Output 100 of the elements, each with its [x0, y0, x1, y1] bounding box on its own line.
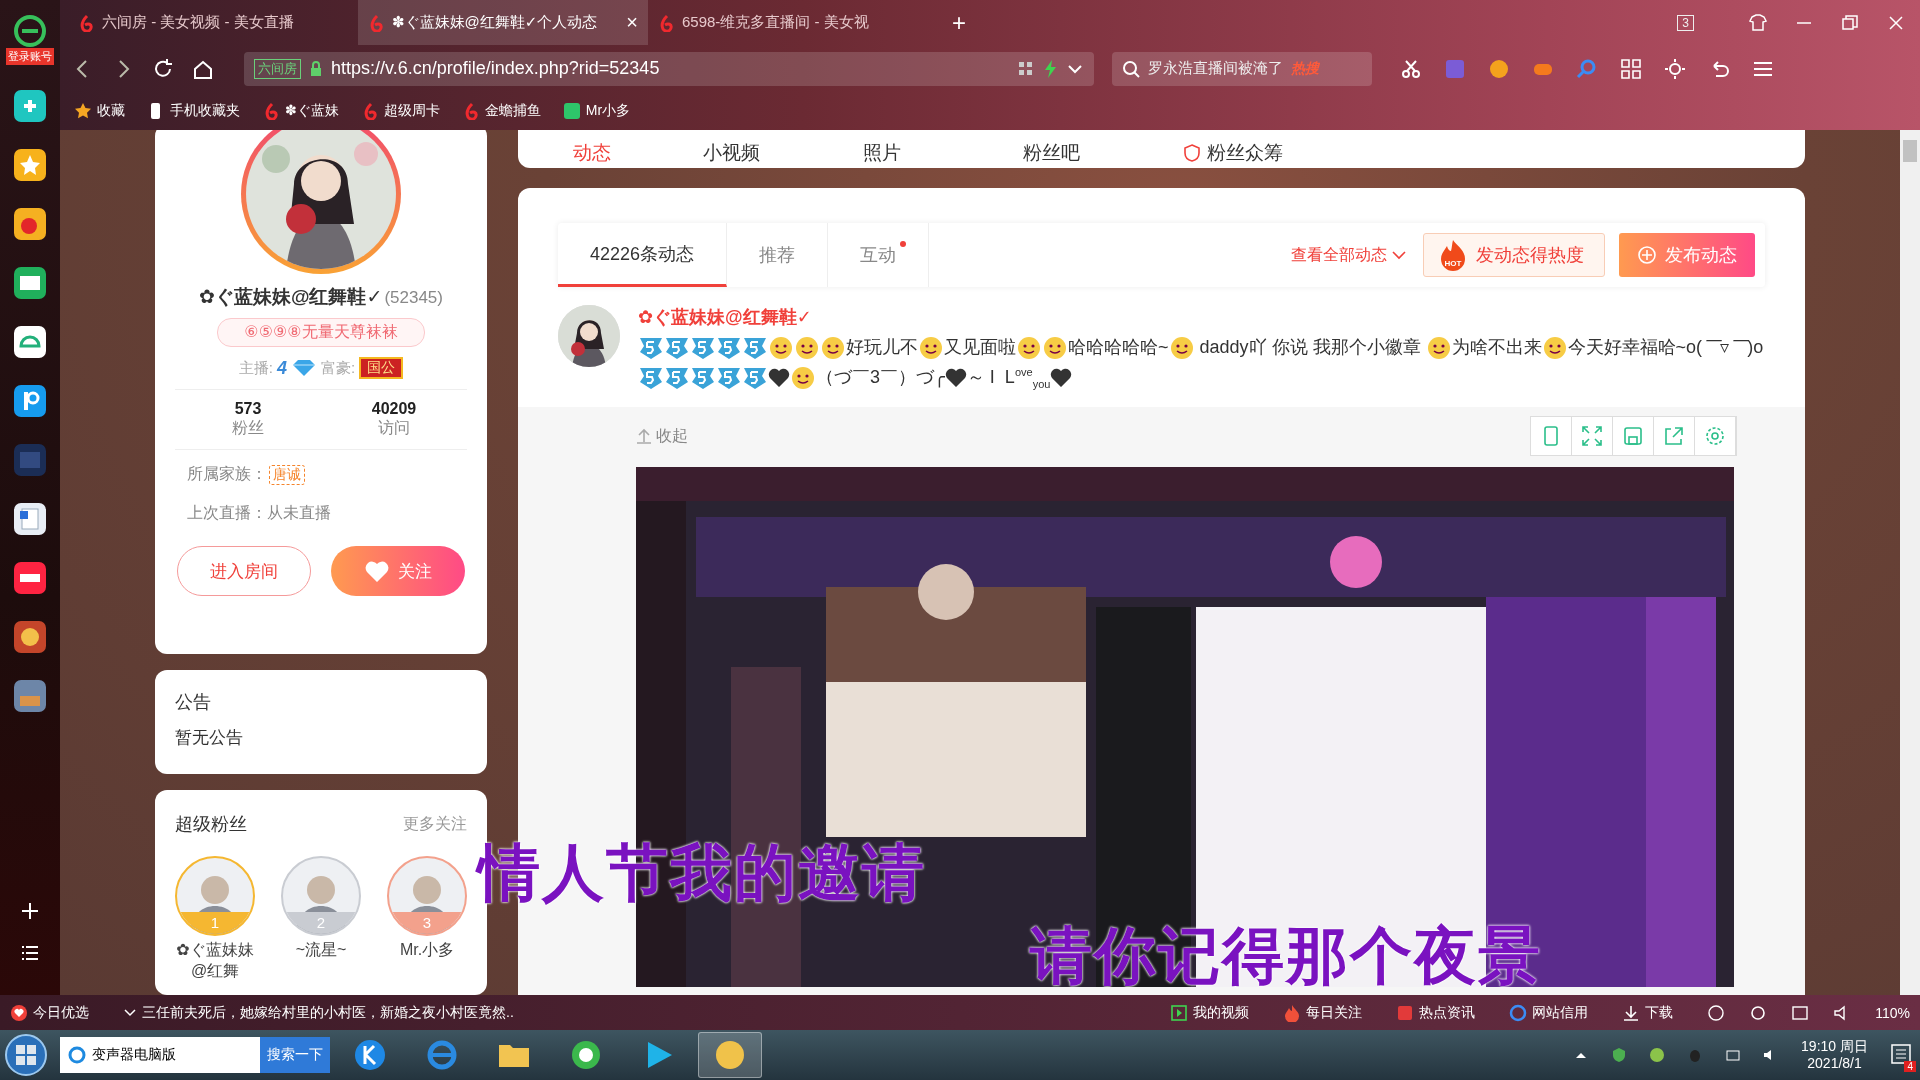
lightning-icon[interactable] [1042, 58, 1058, 79]
fans-title: 超级粉丝 [175, 813, 247, 836]
chevron-down-icon [1391, 248, 1407, 262]
qr-code-icon[interactable] [1017, 60, 1034, 77]
restore-icon[interactable] [1840, 12, 1860, 33]
post-text: 又见面啦 [944, 336, 1016, 360]
search-field[interactable]: 罗永浩直播间被淹了 热搜 [1112, 51, 1372, 86]
smiley-icon [1541, 335, 1568, 361]
browser-tab[interactable]: 六间房 - 美女视频 - 美女直播 [68, 0, 358, 45]
flame-icon [1283, 1003, 1302, 1022]
cloud-icon[interactable] [12, 324, 48, 360]
zoom-level[interactable]: 110% [1875, 1004, 1910, 1021]
refresh-icon[interactable] [152, 57, 174, 80]
feed-tab[interactable]: 推荐 [727, 223, 829, 287]
note-app-icon[interactable] [12, 560, 48, 596]
stat-label: 粉丝 [232, 418, 264, 438]
smiley-icon [794, 335, 820, 361]
nav-tab[interactable]: 小视频 [703, 143, 863, 162]
status-item[interactable]: 我的视频 [1170, 1003, 1250, 1022]
badge-icon [716, 335, 742, 361]
status-item[interactable]: 每日关注 [1283, 1003, 1363, 1022]
feed-tab[interactable]: 42226条动态 [558, 223, 728, 287]
plus-app-icon[interactable] [12, 88, 48, 124]
bookmark[interactable]: 收藏 [74, 102, 125, 120]
notice-title: 公告 [175, 691, 212, 714]
nav-tab[interactable]: 照片 [863, 143, 1023, 162]
start-button[interactable] [4, 1033, 48, 1077]
smiley-icon [1168, 335, 1195, 361]
search-button[interactable]: 搜索一下 [260, 1037, 330, 1073]
browser-tab[interactable]: 6598-维克多直播间 - 美女视 [648, 0, 938, 45]
star-icon [74, 102, 92, 120]
game-icon[interactable] [12, 678, 48, 714]
status-item[interactable]: 热点资讯 [1396, 1003, 1476, 1022]
search-field[interactable]: 变声器电脑版 [60, 1037, 260, 1073]
badge-icon [742, 335, 768, 361]
login-button[interactable]: 登录账号 [6, 48, 54, 65]
news-icon [1396, 1003, 1415, 1022]
shirt-icon[interactable] [1748, 12, 1768, 33]
fan-name[interactable]: ✿ぐ蓝妹妹@红舞 [175, 940, 255, 982]
smiley-icon [918, 335, 944, 361]
stat-label: 访问 [378, 418, 410, 438]
smiley-icon [1042, 335, 1068, 361]
browser-tab[interactable]: ✽ぐ蓝妹妹@红舞鞋✓个人动态 × [358, 0, 648, 45]
hot-button[interactable]: HOT 发动态得热度 [1423, 233, 1605, 277]
diamond-icon [291, 358, 317, 378]
six-logo-icon [78, 13, 96, 32]
nav-tab[interactable]: 粉丝吧 [1023, 143, 1183, 162]
smiley-icon [790, 365, 816, 391]
post-text: 好玩儿不 [846, 336, 918, 360]
weibo-icon[interactable] [12, 206, 48, 242]
status-item[interactable]: 网站信用 [1509, 1003, 1589, 1022]
new-tab-button[interactable]: + [952, 8, 966, 37]
fan-name[interactable]: Mr.小多 [399, 940, 455, 961]
upload-icon [636, 428, 652, 444]
user-name: ✿ぐ蓝妹妹@红舞鞋✓ [199, 285, 383, 309]
bookmark[interactable]: 超级周卡 [360, 102, 440, 120]
rich-label: 富豪: [321, 358, 356, 378]
view-all-link[interactable]: 查看全部动态 [1291, 244, 1407, 266]
game-icon[interactable] [12, 619, 48, 655]
add-icon[interactable] [20, 901, 40, 921]
nav-tab[interactable]: 粉丝众筹 [1183, 143, 1343, 162]
bookmark[interactable]: 手机收藏夹 [147, 102, 240, 120]
k-app-icon[interactable] [352, 1037, 388, 1073]
news-headline[interactable]: 三任前夫死后，她嫁给村里的小村医，新婚之夜小村医竟然.. [142, 1003, 514, 1022]
hot-tag: 热搜 [1291, 59, 1319, 78]
window-icon[interactable] [1791, 1003, 1810, 1022]
mail-icon[interactable] [12, 265, 48, 301]
status-item[interactable]: 下载 [1622, 1003, 1674, 1022]
enter-room-button[interactable]: 进入房间 [177, 546, 311, 596]
url-text: https://v.6.cn/profile/index.php?rid=52345 [331, 58, 660, 79]
post-text: daddy吖 你说 我那个小徽章 [1198, 336, 1422, 360]
bookmark[interactable]: 金蟾捕鱼 [461, 102, 541, 120]
clock-date[interactable]: 2021/8/1 [1807, 1055, 1862, 1072]
post-author[interactable]: ✿ぐ蓝妹妹@红舞鞋✓ [638, 305, 1765, 329]
hot-badge: HOT [1438, 239, 1468, 271]
feed-tab[interactable]: 互动 [828, 223, 930, 287]
nav-tab[interactable]: 动态 [573, 143, 703, 162]
menu-icon[interactable] [20, 944, 40, 962]
clock-time[interactable]: 19:10 周日 [1801, 1038, 1868, 1055]
brightness-icon[interactable] [1664, 57, 1686, 80]
address-bar[interactable]: 六间房 https://v.6.cn/profile/index.php?rid=52345 [244, 51, 1094, 86]
stat-value: 573 [234, 400, 262, 418]
today-pick-label[interactable]: 今日优选 [33, 1003, 89, 1022]
last-live-text: 上次直播：从未直播 [186, 503, 332, 523]
six-logo-icon [658, 13, 676, 32]
bookmark[interactable]: ✽ぐ蓝妹 [262, 102, 339, 120]
family-badge: 唐诚 [269, 464, 305, 485]
anchor-label: 主播: [238, 358, 273, 378]
tab-count[interactable]: 3 [1677, 14, 1694, 31]
bookmark[interactable]: Mr小多 [562, 102, 631, 120]
fan-name[interactable]: ~流星~ [295, 940, 347, 961]
notification-count: 4 [1904, 1060, 1916, 1072]
plus-circle-icon[interactable] [1649, 1047, 1666, 1063]
p-app-icon[interactable] [12, 383, 48, 419]
video-icon [1170, 1003, 1189, 1022]
grid-icon[interactable] [1620, 57, 1642, 80]
heart-icon [944, 367, 967, 389]
badge-icon [690, 365, 716, 391]
network-icon[interactable] [1725, 1047, 1742, 1063]
document-icon[interactable] [12, 501, 48, 537]
